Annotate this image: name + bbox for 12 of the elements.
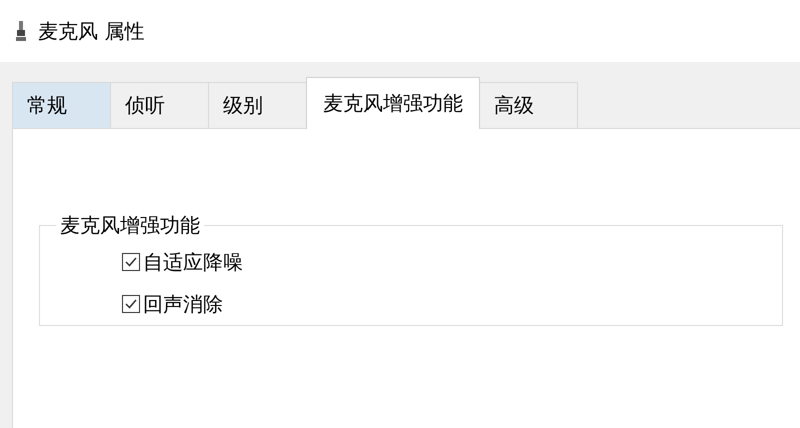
checkbox[interactable] [122, 253, 140, 271]
tab[interactable]: 高级 [479, 82, 578, 128]
tab[interactable]: 麦克风增强功能 [306, 77, 480, 129]
window-title: 麦克风 属性 [38, 18, 144, 44]
microphone-icon [16, 21, 26, 41]
check-icon [124, 297, 138, 311]
tab[interactable]: 常规 [12, 82, 111, 128]
checkbox-label: 自适应降噪 [143, 248, 243, 276]
checkbox-label: 回声消除 [143, 290, 223, 318]
check-icon [124, 255, 138, 269]
checkbox[interactable] [122, 295, 140, 313]
group-title: 麦克风增强功能 [59, 212, 201, 239]
